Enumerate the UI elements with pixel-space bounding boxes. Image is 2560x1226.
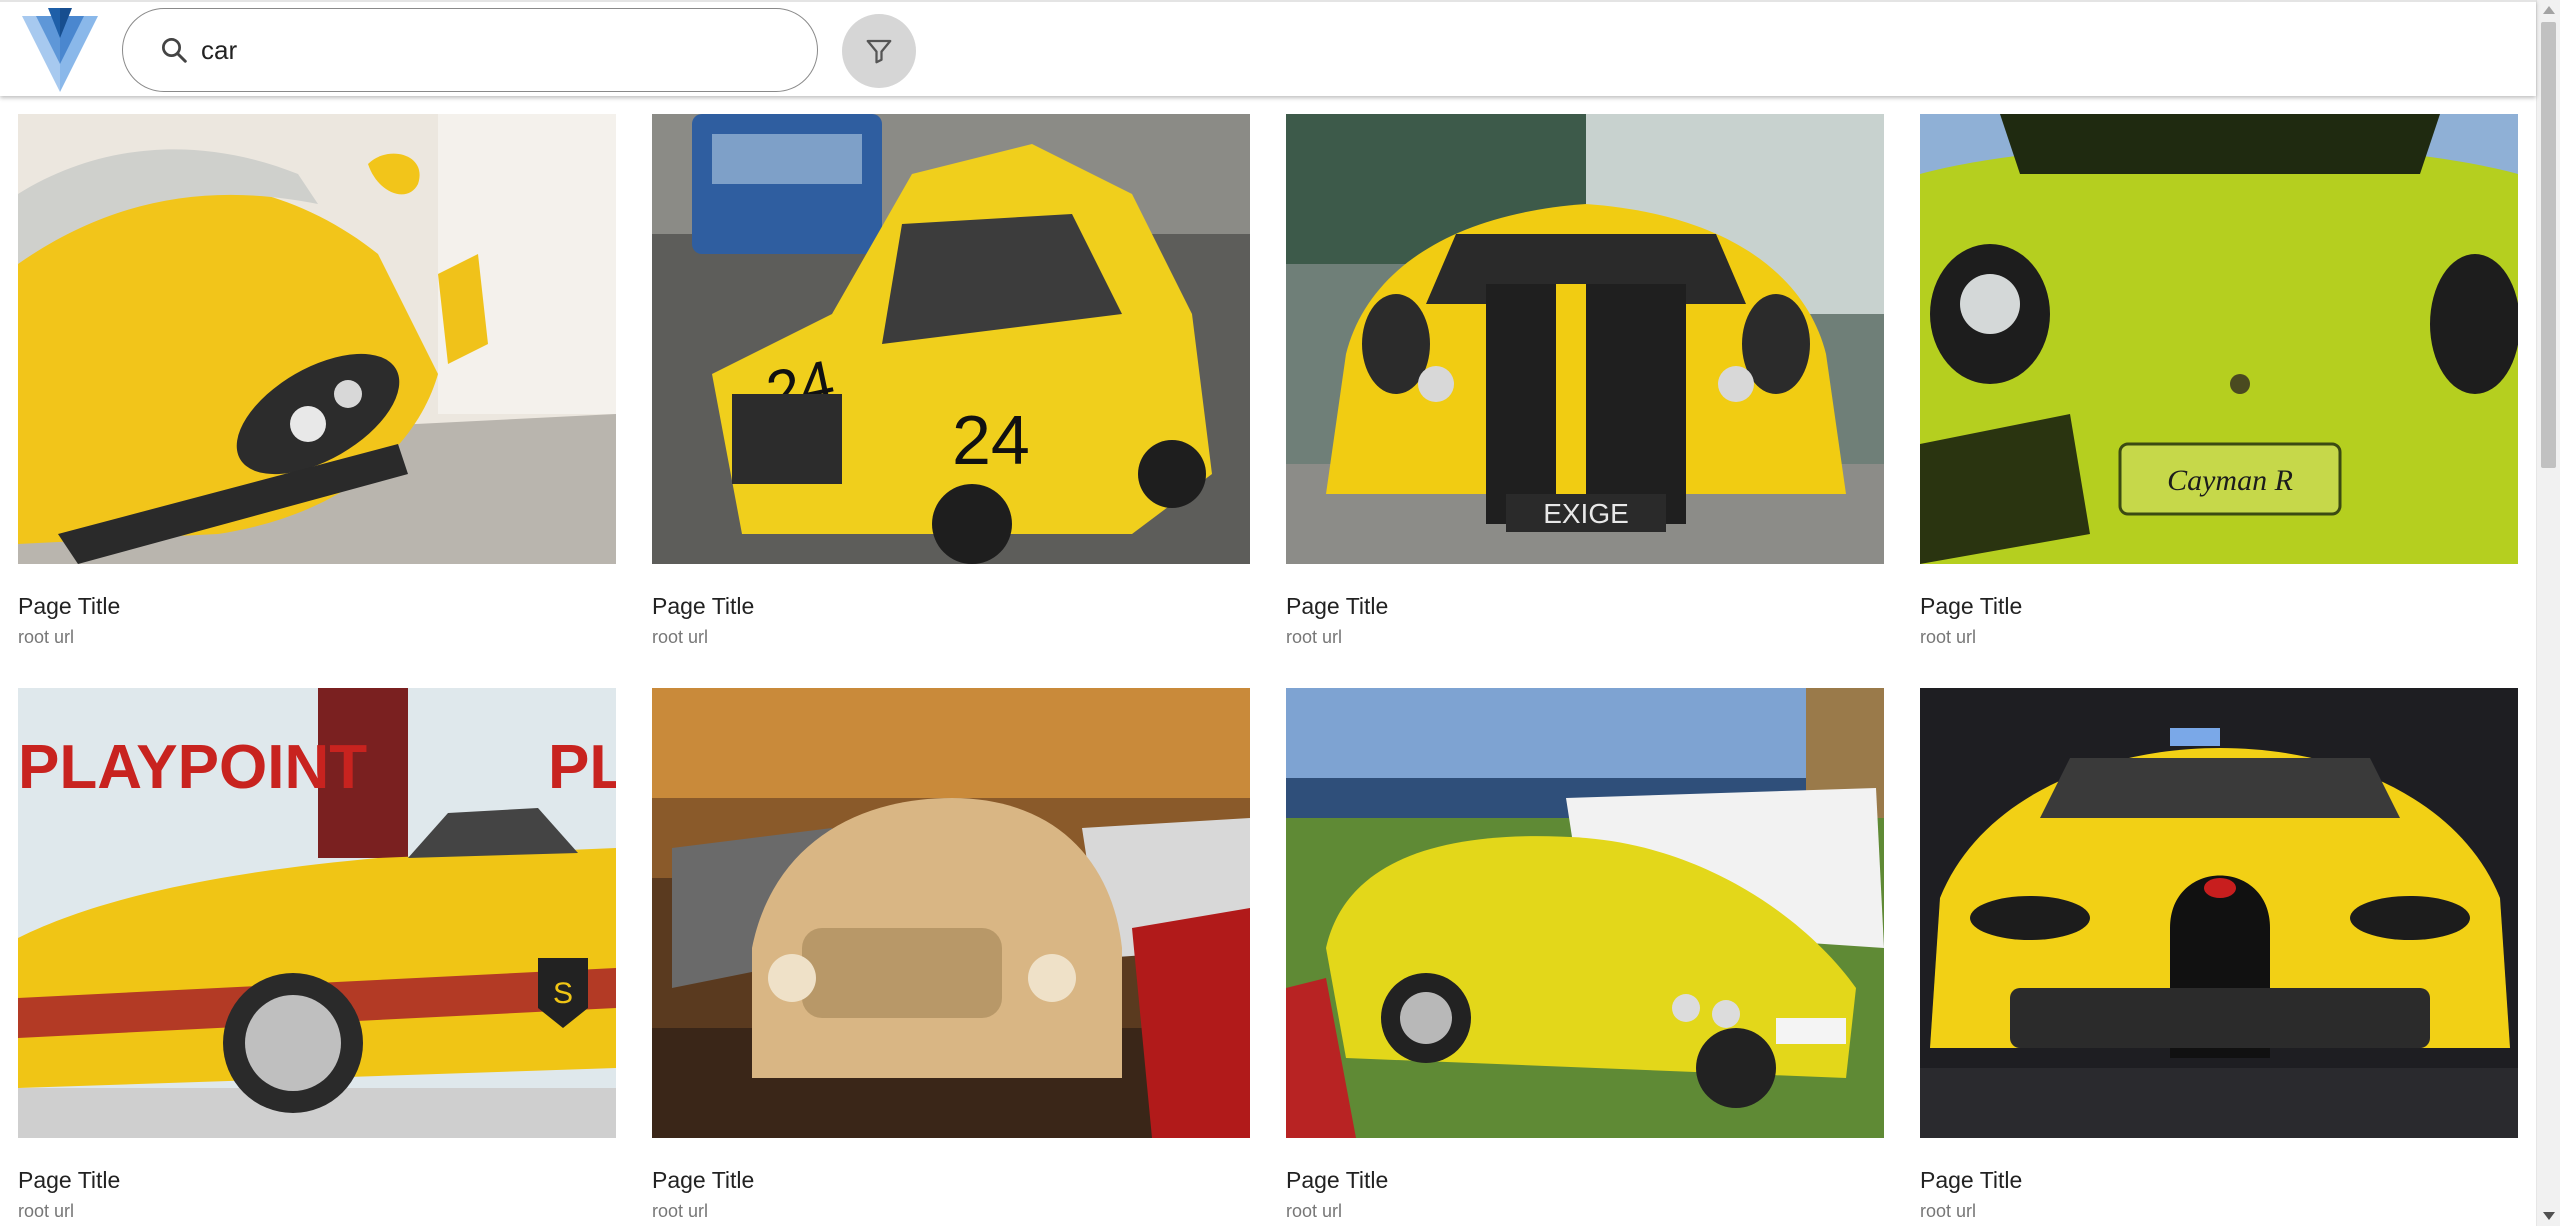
result-title[interactable]: Page Title [1920,592,2518,620]
result-image[interactable] [1920,688,2518,1138]
svg-text:24: 24 [952,401,1030,479]
result-image[interactable] [652,688,1250,1138]
app-logo[interactable] [22,8,98,92]
svg-text:PLA: PLA [548,733,616,802]
search-icon [157,33,191,67]
svg-text:Cayman R: Cayman R [2167,464,2293,497]
result-card[interactable]: Cayman R Page Title root url [1920,114,2518,648]
scroll-down-arrow-icon[interactable] [2543,1212,2555,1220]
result-url: root url [652,627,709,647]
svg-text:EXIGE: EXIGE [1543,498,1629,529]
result-card[interactable]: Page Title root url [1286,688,1884,1222]
scroll-thumb[interactable] [2541,22,2556,468]
results-grid: Page Title root url 24 24 Page Title roo… [0,0,2536,1226]
result-url: root url [652,1201,709,1221]
svg-text:S: S [553,977,573,1010]
filter-icon [866,39,892,64]
result-image[interactable]: 24 24 [652,114,1250,564]
result-card[interactable]: 24 24 Page Title root url [652,114,1250,648]
app-bar [0,0,2536,96]
result-card[interactable]: Page Title root url [652,688,1250,1222]
v-logo-icon [22,8,98,92]
result-image[interactable]: EXIGE [1286,114,1884,564]
result-title[interactable]: Page Title [1286,592,1884,620]
result-image[interactable] [18,114,616,564]
result-image[interactable]: Cayman R [1920,114,2518,564]
search-box [122,8,818,92]
result-card[interactable]: EXIGE Page Title root url [1286,114,1884,648]
filter-button[interactable] [842,14,916,88]
result-title[interactable]: Page Title [652,592,1250,620]
result-url: root url [1920,1201,1977,1221]
svg-text:PLAYPOINT: PLAYPOINT [18,733,367,802]
result-url: root url [1920,627,1977,647]
result-title[interactable]: Page Title [652,1166,1250,1194]
search-input[interactable] [201,34,761,66]
scroll-up-arrow-icon[interactable] [2543,6,2555,14]
result-url: root url [18,627,75,647]
scrollbar[interactable] [2536,0,2560,1226]
result-card[interactable]: PLAYPOINT PLA S Page Title root url [18,688,616,1222]
result-title[interactable]: Page Title [1286,1166,1884,1194]
result-title[interactable]: Page Title [18,1166,616,1194]
result-card[interactable]: Page Title root url [1920,688,2518,1222]
result-title[interactable]: Page Title [1920,1166,2518,1194]
result-url: root url [1286,627,1343,647]
result-image[interactable] [1286,688,1884,1138]
result-url: root url [18,1201,75,1221]
result-image[interactable]: PLAYPOINT PLA S [18,688,616,1138]
result-url: root url [1286,1201,1343,1221]
result-card[interactable]: Page Title root url [18,114,616,648]
result-title[interactable]: Page Title [18,592,616,620]
